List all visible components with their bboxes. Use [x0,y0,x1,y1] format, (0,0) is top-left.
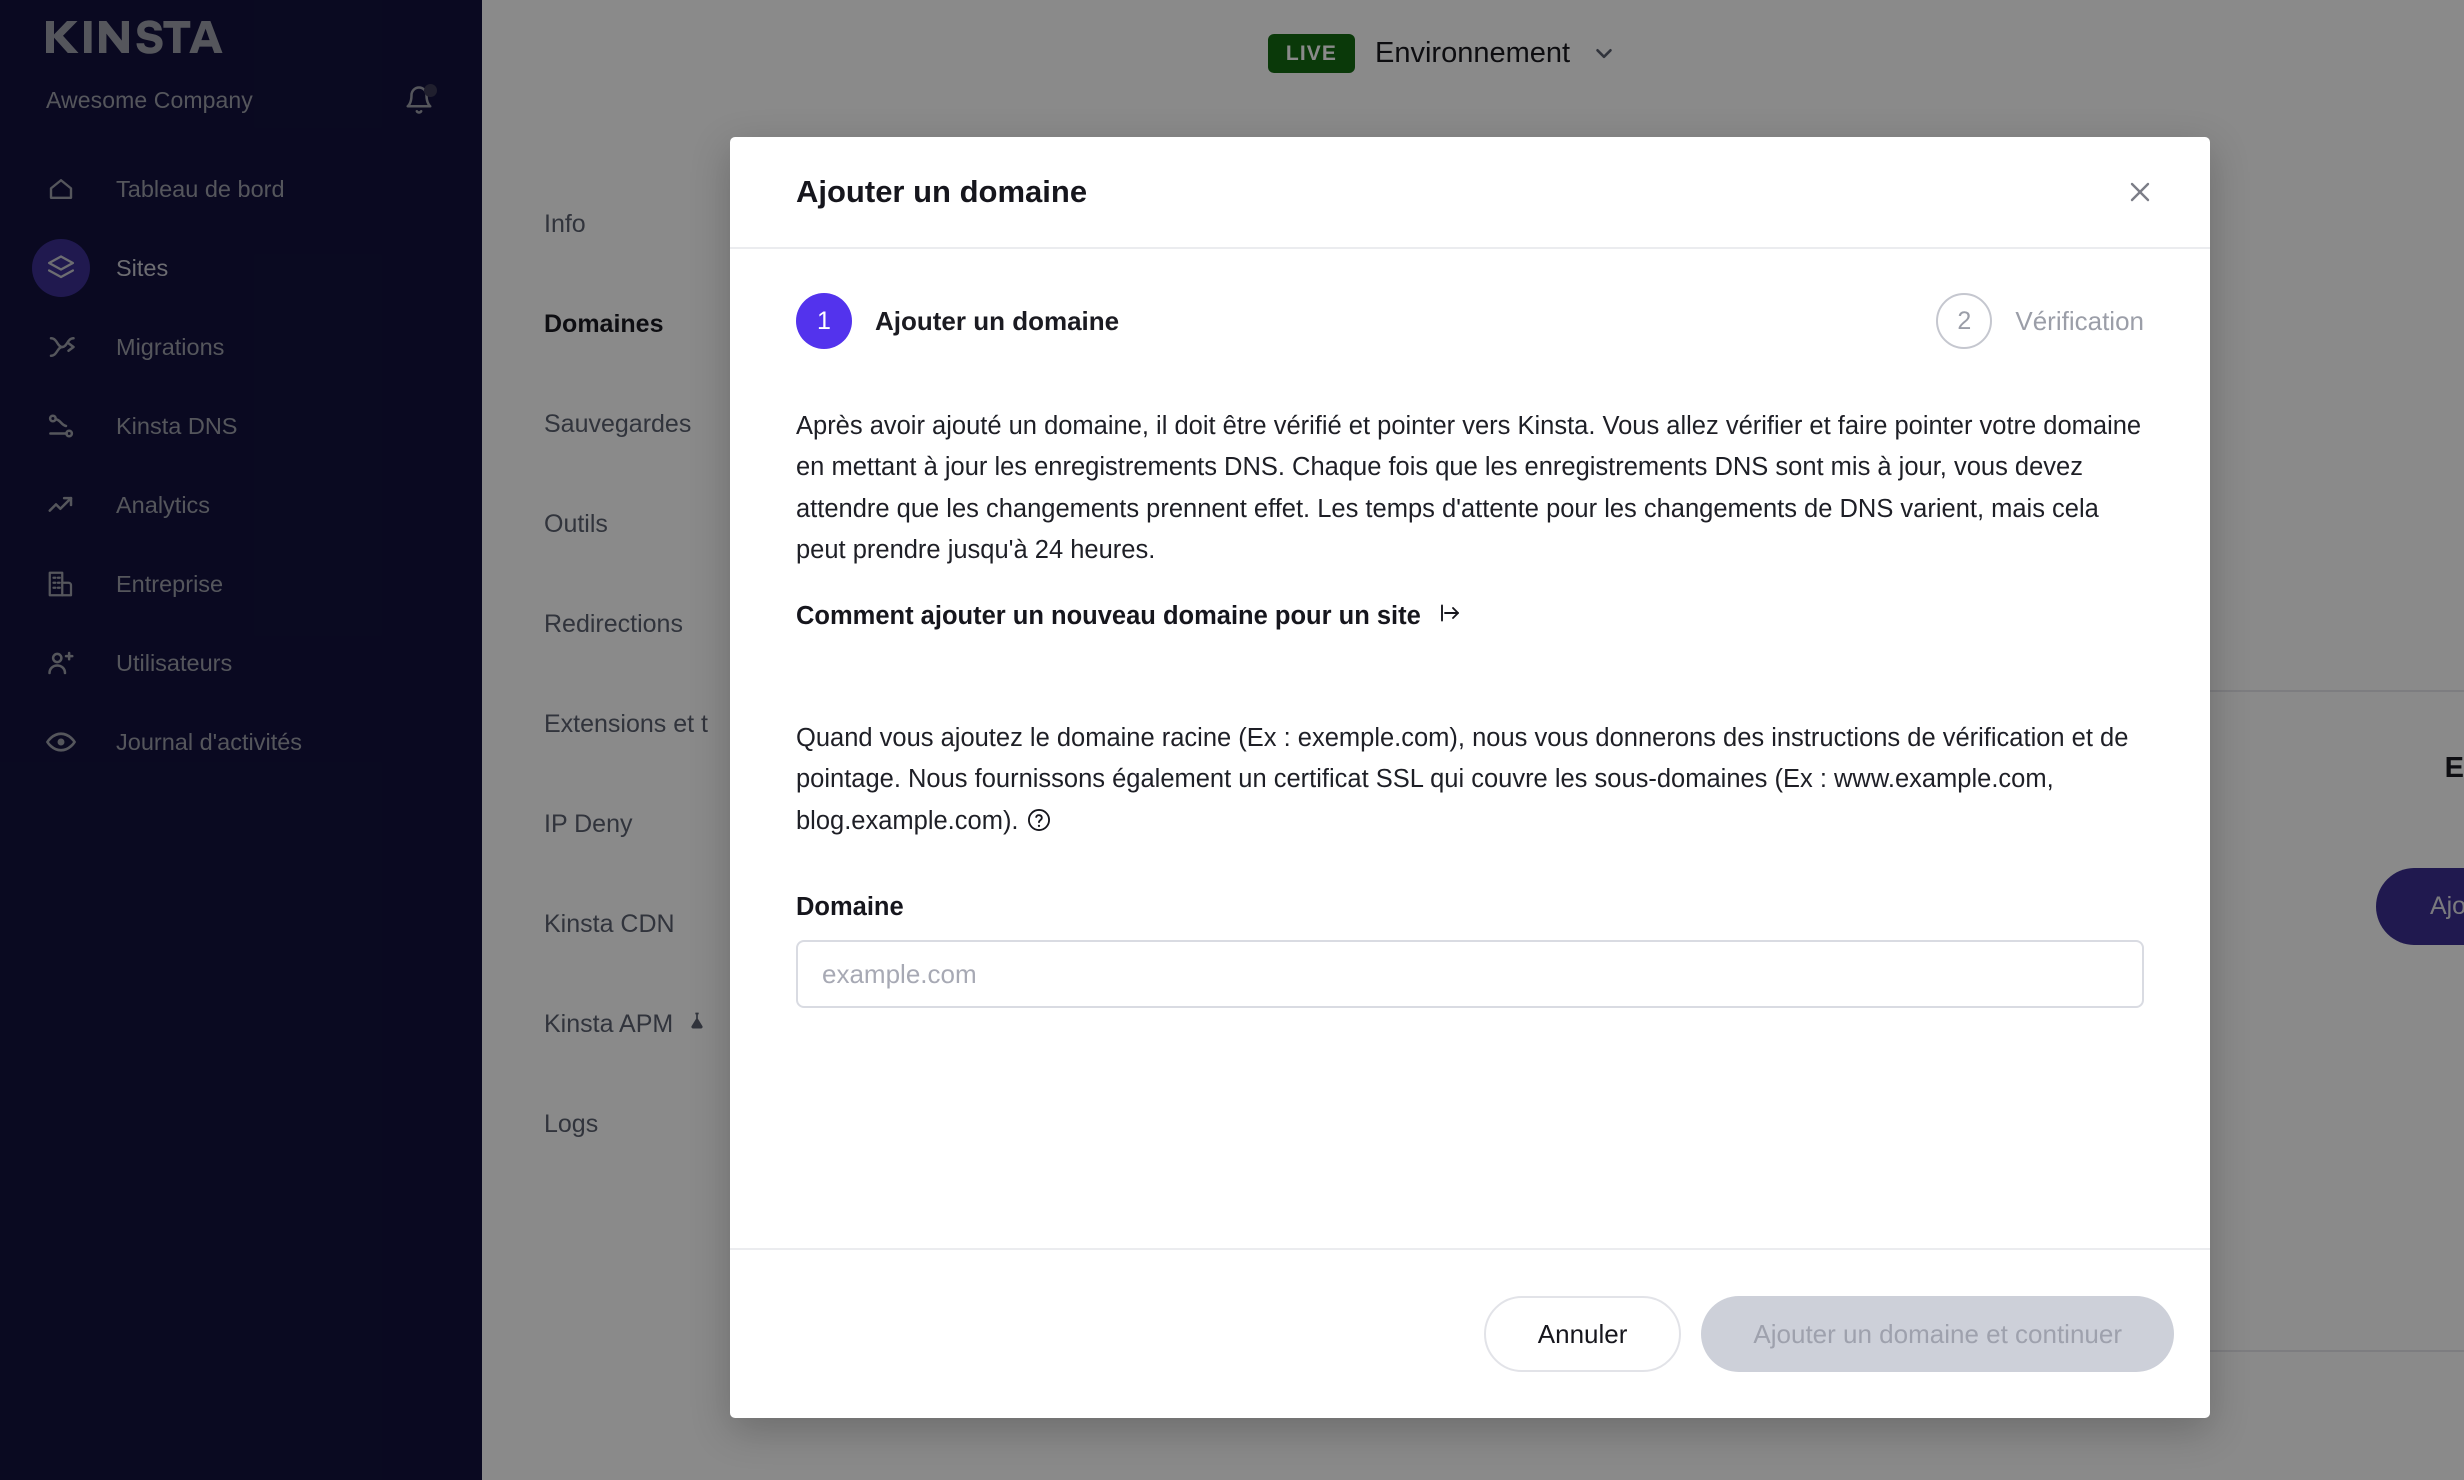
modal-body: Après avoir ajouté un domaine, il doit ê… [730,379,2210,1248]
help-circle-icon[interactable] [1026,805,1052,846]
ssl-paragraph-text: Quand vous ajoutez le domaine racine (Ex… [796,724,2129,835]
domain-input[interactable] [796,940,2144,1009]
add-domain-modal: Ajouter un domaine 1 Ajouter un domaine … [730,137,2210,1418]
howto-add-domain-link[interactable]: Comment ajouter un nouveau domaine pour … [796,601,1463,632]
howto-link-label: Comment ajouter un nouveau domaine pour … [796,602,1421,631]
modal-footer: Annuler Ajouter un domaine et continuer [730,1248,2210,1418]
step-label: Vérification [2015,305,2144,336]
step-label: Ajouter un domaine [875,305,1120,336]
step-number: 1 [796,293,852,349]
step-add-domain[interactable]: 1 Ajouter un domaine [796,293,1119,349]
modal-stepper: 1 Ajouter un domaine 2 Vérification [730,249,2210,379]
add-domain-submit-button[interactable]: Ajouter un domaine et continuer [1701,1296,2174,1372]
external-link-icon [1437,601,1463,632]
close-icon[interactable] [2114,166,2166,218]
ssl-paragraph: Quand vous ajoutez le domaine racine (Ex… [796,718,2144,846]
step-number: 2 [1936,293,1993,349]
domain-field-label: Domaine [796,893,904,922]
intro-paragraph: Après avoir ajouté un domaine, il doit ê… [796,412,2142,564]
step-verification[interactable]: 2 Vérification [1936,293,2144,349]
modal-title: Ajouter un domaine [796,174,1088,209]
modal-header: Ajouter un domaine [730,137,2210,247]
app-root: Awesome Company Tableau de bord Sites Mi… [0,0,2464,1480]
cancel-button[interactable]: Annuler [1483,1296,1682,1372]
